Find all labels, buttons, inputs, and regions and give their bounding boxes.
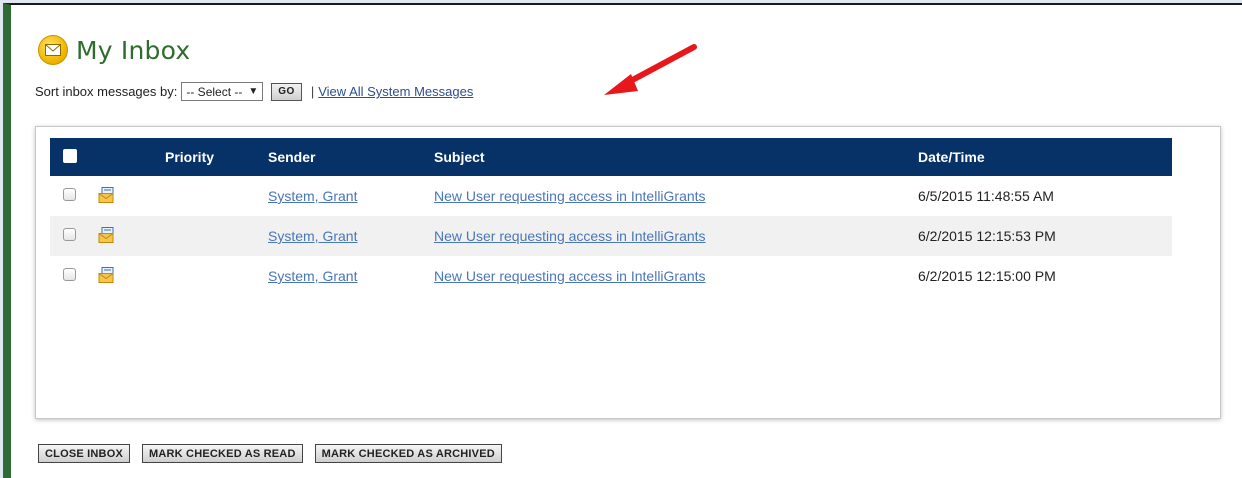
sort-label: Sort inbox messages by:	[35, 84, 178, 99]
sender-column-header[interactable]: Sender	[268, 138, 434, 176]
view-system-messages-link[interactable]: View All System Messages	[318, 84, 473, 99]
sender-link[interactable]: System, Grant	[268, 268, 357, 284]
sort-select-value: -- Select --	[186, 84, 243, 99]
new-message-icon	[98, 186, 116, 206]
priority-cell	[165, 216, 268, 256]
table-row: System, Grant New User requesting access…	[50, 256, 1172, 296]
go-button[interactable]: GO	[271, 82, 302, 101]
red-arrow-icon	[604, 44, 697, 95]
sort-row: Sort inbox messages by: -- Select -- ▼ G…	[35, 82, 473, 101]
footer-buttons: CLOSE INBOX MARK CHECKED AS READ MARK CH…	[38, 444, 514, 463]
row-checkbox[interactable]	[63, 228, 76, 241]
icon-column-header	[98, 138, 165, 176]
envelope-circle-icon	[38, 35, 68, 65]
row-checkbox[interactable]	[63, 188, 76, 201]
table-header-row: Priority Sender Subject Date/Time	[50, 138, 1172, 176]
select-all-cell	[50, 138, 98, 176]
inbox-panel: Priority Sender Subject Date/Time System…	[35, 126, 1221, 419]
subject-link[interactable]: New User requesting access in IntelliGra…	[434, 268, 706, 284]
subject-link[interactable]: New User requesting access in IntelliGra…	[434, 188, 706, 204]
datetime-cell: 6/2/2015 12:15:00 PM	[918, 268, 1056, 284]
page: My Inbox Sort inbox messages by: -- Sele…	[3, 3, 1242, 478]
separator: |	[310, 84, 315, 99]
new-message-icon	[98, 226, 116, 246]
subject-link[interactable]: New User requesting access in IntelliGra…	[434, 228, 706, 244]
close-inbox-button[interactable]: CLOSE INBOX	[38, 444, 130, 463]
sender-link[interactable]: System, Grant	[268, 228, 357, 244]
priority-cell	[165, 256, 268, 296]
datetime-cell: 6/5/2015 11:48:55 AM	[918, 188, 1054, 204]
page-title: My Inbox	[76, 35, 191, 65]
inbox-table: Priority Sender Subject Date/Time System…	[50, 138, 1172, 296]
mark-archived-button[interactable]: MARK CHECKED AS ARCHIVED	[314, 444, 502, 463]
datetime-cell: 6/2/2015 12:15:53 PM	[918, 228, 1056, 244]
table-row: System, Grant New User requesting access…	[50, 216, 1172, 256]
priority-cell	[165, 176, 268, 216]
sort-select[interactable]: -- Select -- ▼	[181, 82, 264, 101]
select-all-checkbox[interactable]	[63, 148, 77, 163]
mark-read-button[interactable]: MARK CHECKED AS READ	[142, 444, 303, 463]
row-checkbox[interactable]	[63, 268, 76, 281]
priority-column-header[interactable]: Priority	[165, 138, 268, 176]
subject-column-header[interactable]: Subject	[434, 138, 918, 176]
datetime-column-header[interactable]: Date/Time	[918, 138, 1172, 176]
new-message-icon	[98, 266, 116, 286]
dropdown-arrow-icon: ▼	[248, 86, 259, 97]
sender-link[interactable]: System, Grant	[268, 188, 357, 204]
title-row: My Inbox	[38, 35, 190, 65]
table-row: System, Grant New User requesting access…	[50, 176, 1172, 216]
